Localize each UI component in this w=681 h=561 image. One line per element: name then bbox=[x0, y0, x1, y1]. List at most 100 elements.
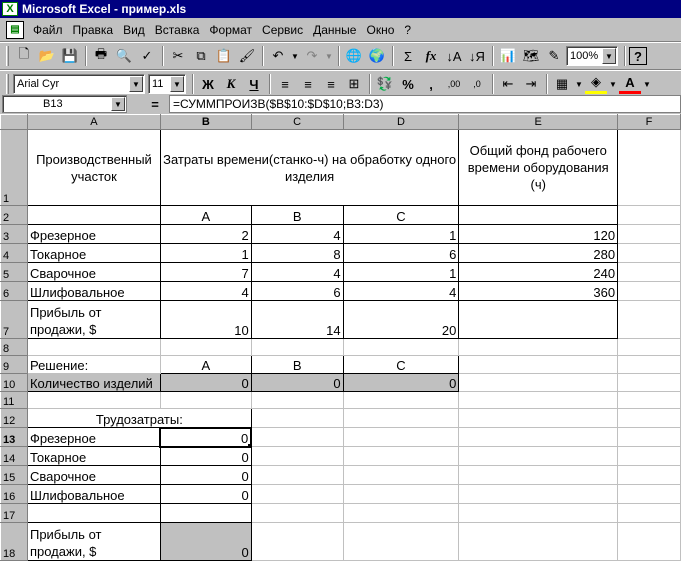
help-icon[interactable]: ? bbox=[629, 47, 647, 65]
chevron-down-icon[interactable]: ▼ bbox=[111, 97, 125, 111]
cell[interactable] bbox=[458, 427, 619, 447]
redo-icon[interactable]: ↷ bbox=[301, 45, 323, 67]
cell[interactable]: Решение: bbox=[26, 355, 161, 374]
spelling-icon[interactable]: ✓ bbox=[136, 45, 158, 67]
new-icon[interactable]: 🗋 bbox=[13, 45, 35, 67]
row-header[interactable]: 2 bbox=[0, 205, 28, 225]
menu-tools[interactable]: Сервис bbox=[257, 21, 308, 39]
percent-icon[interactable]: % bbox=[397, 73, 419, 95]
font-color-dropdown-icon[interactable]: ▼ bbox=[642, 73, 652, 95]
menu-format[interactable]: Формат bbox=[204, 21, 257, 39]
cell[interactable] bbox=[342, 484, 460, 504]
cell[interactable] bbox=[617, 484, 681, 504]
column-header[interactable]: A bbox=[26, 114, 161, 130]
cell[interactable] bbox=[250, 391, 344, 409]
font-size-select[interactable]: 11 ▼ bbox=[148, 74, 186, 94]
cell[interactable] bbox=[617, 224, 681, 244]
cell[interactable] bbox=[617, 503, 681, 523]
chevron-down-icon[interactable]: ▼ bbox=[129, 76, 143, 92]
cell[interactable]: 4 bbox=[250, 262, 344, 282]
cell[interactable] bbox=[159, 338, 252, 356]
row-header[interactable]: 16 bbox=[0, 484, 28, 504]
function-icon[interactable]: fx bbox=[420, 45, 442, 67]
zoom-select[interactable]: 100% ▼ bbox=[566, 46, 618, 66]
row-header[interactable]: 14 bbox=[0, 446, 28, 466]
cell[interactable] bbox=[458, 408, 619, 428]
cell[interactable]: Трудозатраты: bbox=[26, 408, 252, 428]
cell[interactable] bbox=[342, 391, 460, 409]
cell[interactable]: Сварочное bbox=[26, 262, 161, 282]
row-header[interactable]: 4 bbox=[0, 243, 28, 263]
cell[interactable] bbox=[342, 427, 460, 447]
row-header[interactable]: 10 bbox=[0, 373, 28, 392]
increase-indent-icon[interactable]: ⇥ bbox=[520, 73, 542, 95]
cell[interactable] bbox=[458, 205, 619, 225]
cell[interactable] bbox=[458, 465, 619, 485]
row-header[interactable]: 3 bbox=[0, 224, 28, 244]
cell[interactable] bbox=[617, 465, 681, 485]
menu-window[interactable]: Окно bbox=[361, 21, 399, 39]
cell[interactable] bbox=[342, 446, 460, 466]
cell[interactable] bbox=[458, 300, 619, 339]
increase-decimal-icon[interactable]: ,00 bbox=[443, 73, 465, 95]
row-header[interactable]: 18 bbox=[0, 522, 28, 561]
decrease-decimal-icon[interactable]: ,0 bbox=[466, 73, 488, 95]
column-header[interactable]: E bbox=[458, 114, 619, 130]
cell[interactable] bbox=[342, 408, 460, 428]
cell[interactable]: 6 bbox=[250, 281, 344, 301]
cell[interactable] bbox=[250, 522, 344, 561]
cell[interactable]: Производственный участок bbox=[26, 129, 161, 206]
cell[interactable]: 20 bbox=[342, 300, 460, 339]
font-color-icon[interactable]: A bbox=[619, 73, 641, 95]
cell[interactable]: B bbox=[250, 205, 344, 225]
cell[interactable] bbox=[458, 338, 619, 356]
column-header[interactable]: F bbox=[617, 114, 681, 130]
cell[interactable]: Фрезерное bbox=[26, 427, 161, 447]
row-header[interactable]: 1 bbox=[0, 129, 28, 206]
cell[interactable]: B bbox=[250, 355, 344, 374]
borders-dropdown-icon[interactable]: ▼ bbox=[574, 73, 584, 95]
row-header[interactable]: 15 bbox=[0, 465, 28, 485]
cell[interactable] bbox=[342, 338, 460, 356]
cell[interactable] bbox=[250, 465, 344, 485]
row-header[interactable]: 6 bbox=[0, 281, 28, 301]
cell[interactable] bbox=[617, 427, 681, 447]
comma-style-icon[interactable]: , bbox=[420, 73, 442, 95]
cell[interactable] bbox=[617, 129, 681, 206]
open-icon[interactable]: 📂 bbox=[36, 45, 58, 67]
cell[interactable]: Прибыль от продажи, $ bbox=[26, 300, 161, 339]
cell[interactable]: 10 bbox=[159, 300, 252, 339]
excel-app-icon[interactable]: X bbox=[2, 2, 18, 16]
name-box[interactable]: B13 ▼ bbox=[2, 95, 127, 113]
cell[interactable]: 6 bbox=[342, 243, 460, 263]
toolbar-grip[interactable] bbox=[6, 46, 9, 66]
cell[interactable] bbox=[458, 522, 619, 561]
redo-dropdown-icon[interactable]: ▼ bbox=[324, 45, 334, 67]
cell[interactable]: A bbox=[159, 205, 252, 225]
cell[interactable] bbox=[342, 503, 460, 523]
cell[interactable] bbox=[458, 503, 619, 523]
cell[interactable] bbox=[342, 522, 460, 561]
undo-dropdown-icon[interactable]: ▼ bbox=[290, 45, 300, 67]
map-icon[interactable]: 🗺 bbox=[520, 45, 542, 67]
print-preview-icon[interactable]: 🔍 bbox=[113, 45, 135, 67]
cell[interactable] bbox=[26, 391, 161, 409]
cell[interactable]: 120 bbox=[458, 224, 619, 244]
underline-icon[interactable]: Ч bbox=[243, 73, 265, 95]
align-right-icon[interactable]: ≡ bbox=[320, 73, 342, 95]
menu-insert[interactable]: Вставка bbox=[150, 21, 205, 39]
cell[interactable]: Общий фонд рабочего времени оборудования… bbox=[458, 129, 619, 206]
cell[interactable]: 14 bbox=[250, 300, 344, 339]
fill-handle[interactable] bbox=[248, 443, 250, 445]
row-header[interactable]: 12 bbox=[0, 408, 28, 428]
cell[interactable] bbox=[159, 503, 252, 523]
chevron-down-icon[interactable]: ▼ bbox=[602, 48, 616, 64]
cell[interactable] bbox=[250, 427, 344, 447]
cell[interactable] bbox=[617, 243, 681, 263]
cell[interactable]: 0 bbox=[159, 373, 252, 392]
cell[interactable]: Затраты времени(станко-ч) на обработку о… bbox=[159, 129, 460, 206]
decrease-indent-icon[interactable]: ⇤ bbox=[497, 73, 519, 95]
borders-icon[interactable]: ▦ bbox=[551, 73, 573, 95]
cell[interactable]: Токарное bbox=[26, 446, 161, 466]
currency-icon[interactable]: 💱 bbox=[374, 73, 396, 95]
